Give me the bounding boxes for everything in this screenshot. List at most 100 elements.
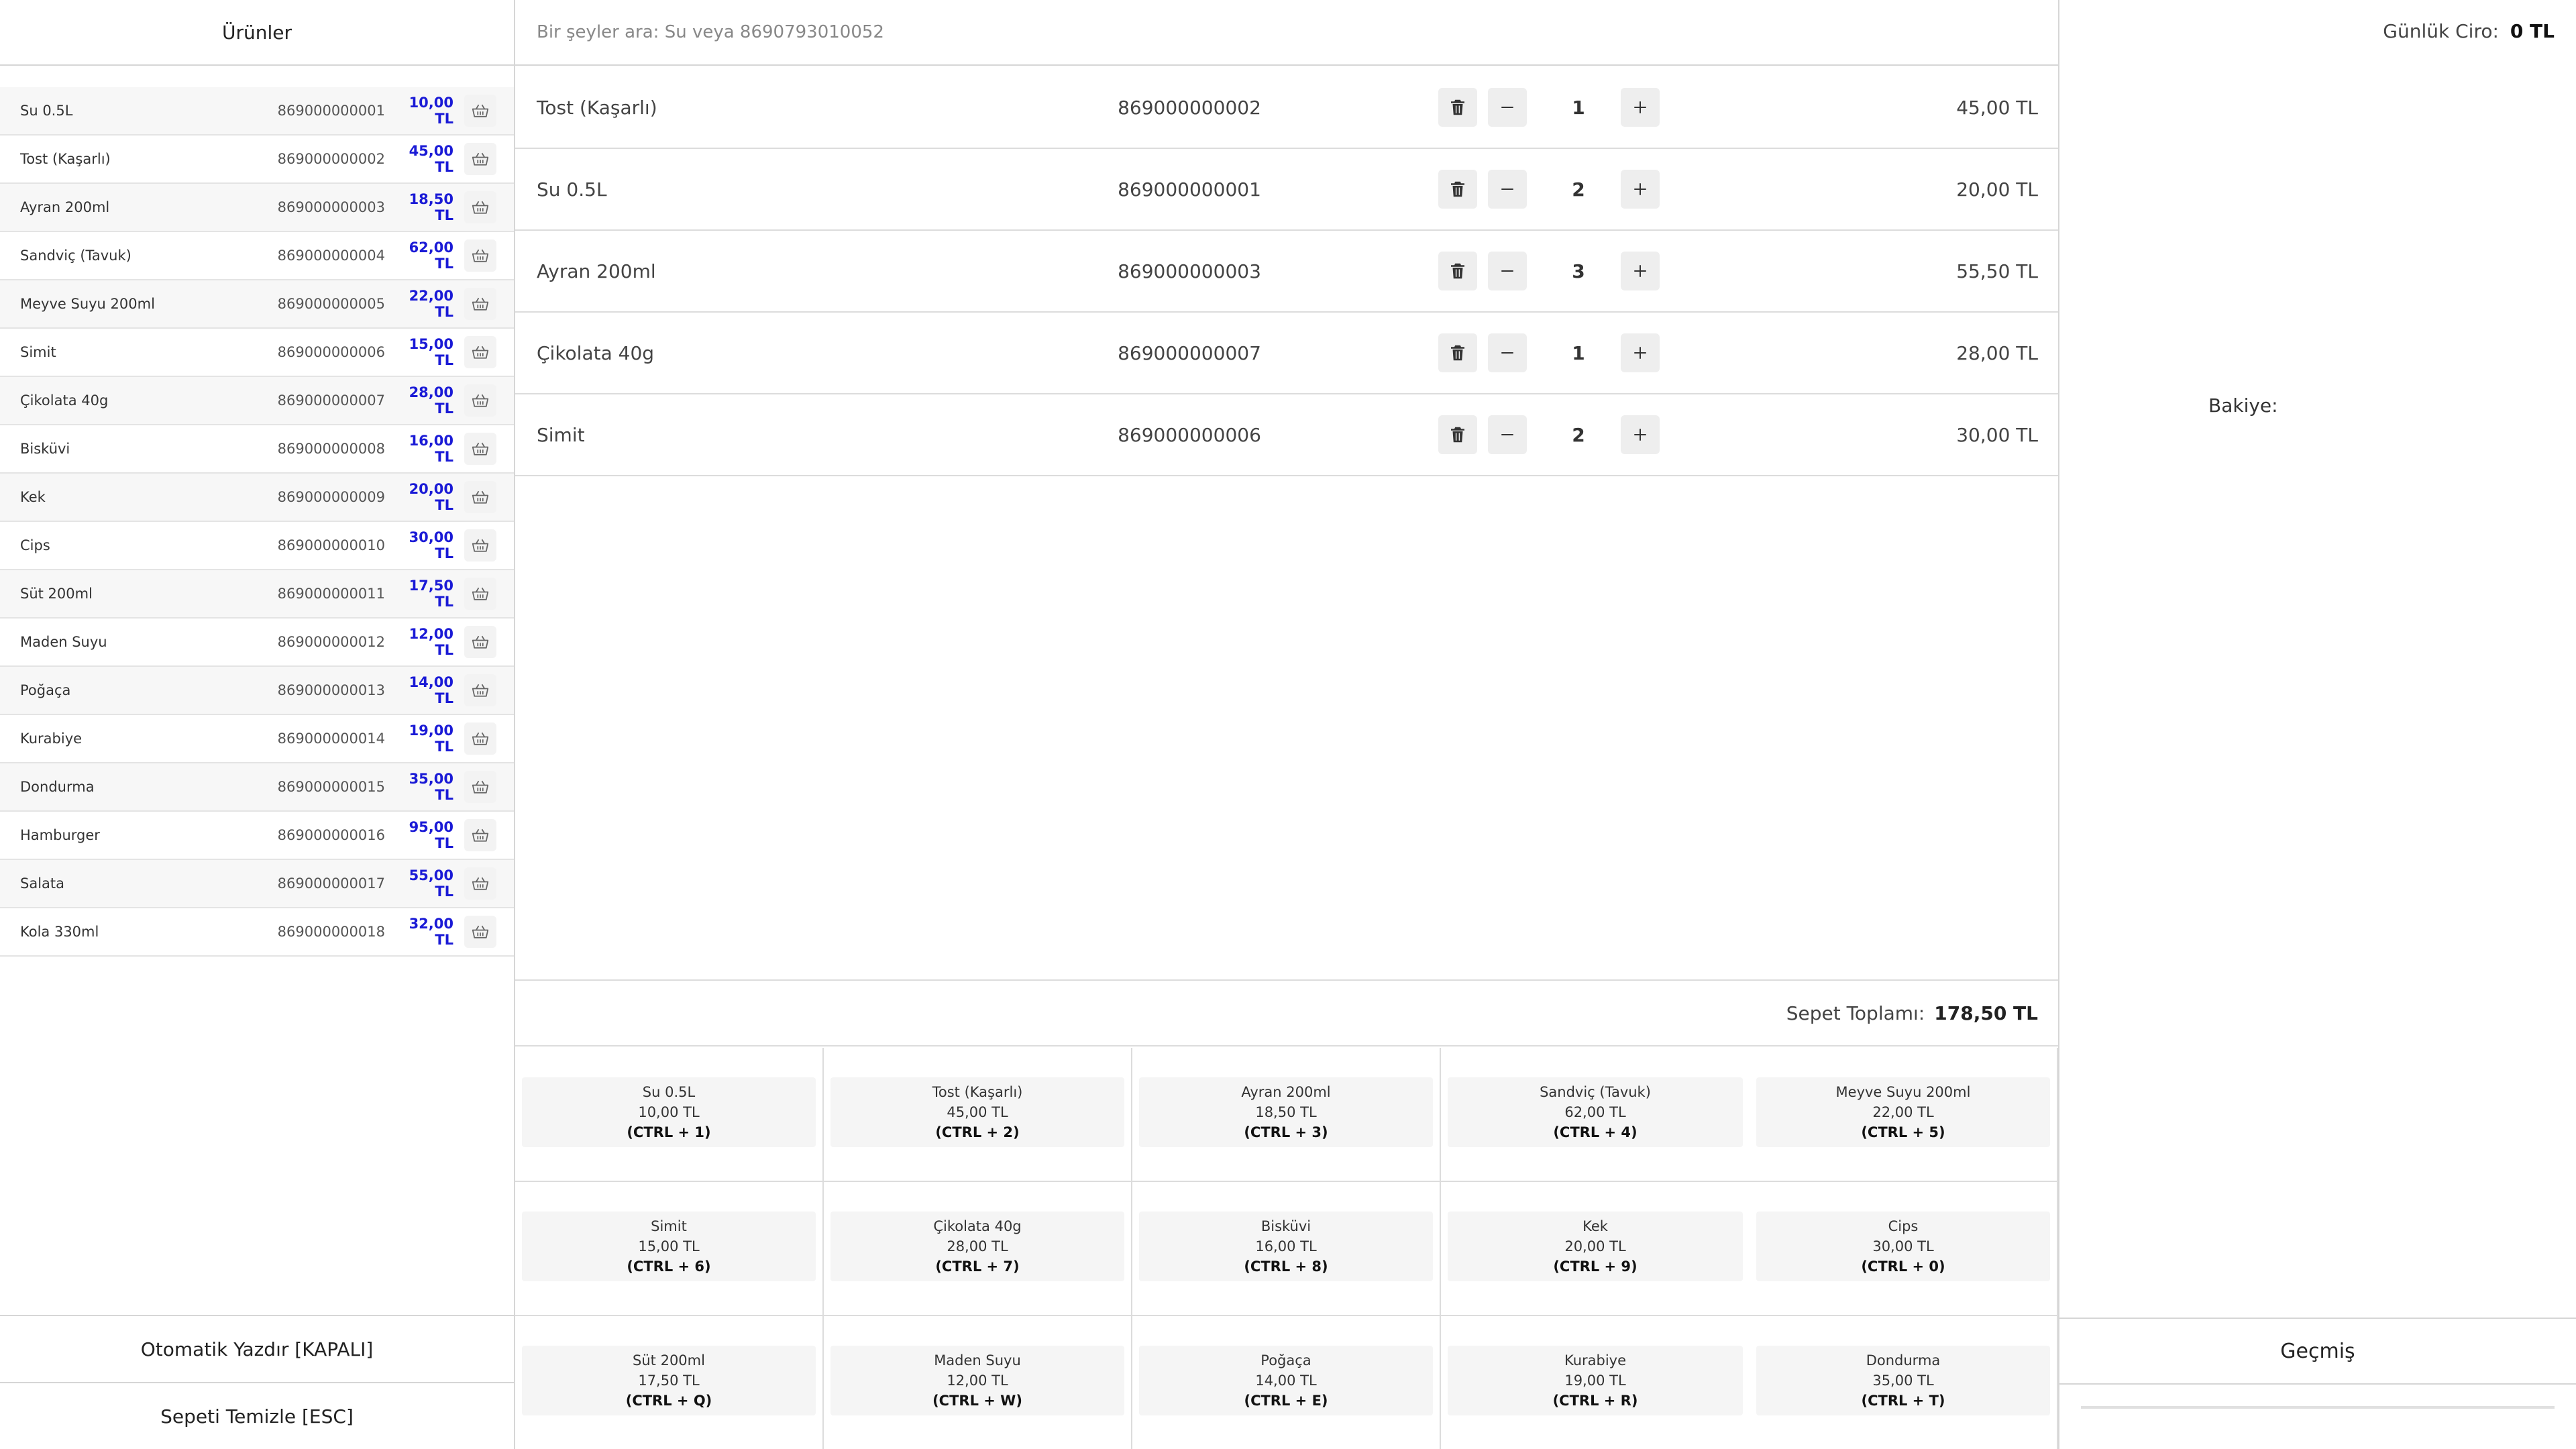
add-to-cart-button[interactable] <box>464 819 496 851</box>
add-to-cart-button[interactable] <box>464 95 496 127</box>
product-row[interactable]: Kola 330ml 869000000018 32,00 TL <box>0 908 514 957</box>
product-barcode: 869000000001 <box>277 103 385 119</box>
quick-add-button[interactable]: Poğaça 14,00 TL (CTRL + E) <box>1139 1346 1433 1415</box>
product-row[interactable]: Ayran 200ml 869000000003 18,50 TL <box>0 184 514 232</box>
quick-add-button[interactable]: Sandviç (Tavuk) 62,00 TL (CTRL + 4) <box>1448 1077 1743 1147</box>
add-to-cart-button[interactable] <box>464 384 496 417</box>
quick-add-price: 19,00 TL <box>1564 1373 1626 1389</box>
quick-add-cell: Çikolata 40g 28,00 TL (CTRL + 7) <box>824 1182 1132 1316</box>
quick-add-button[interactable]: Bisküvi 16,00 TL (CTRL + 8) <box>1139 1212 1433 1281</box>
quick-add-price: 17,50 TL <box>638 1373 700 1389</box>
product-row[interactable]: Sandviç (Tavuk) 869000000004 62,00 TL <box>0 232 514 280</box>
add-to-cart-button[interactable] <box>464 771 496 803</box>
product-row[interactable]: Cips 869000000010 30,00 TL <box>0 522 514 570</box>
quick-add-button[interactable]: Simit 15,00 TL (CTRL + 6) <box>522 1212 816 1281</box>
product-row[interactable]: Tost (Kaşarlı) 869000000002 45,00 TL <box>0 136 514 184</box>
quick-add-price: 20,00 TL <box>1564 1238 1626 1254</box>
quick-add-button[interactable]: Ayran 200ml 18,50 TL (CTRL + 3) <box>1139 1077 1433 1147</box>
cart-item-name: Tost (Kaşarlı) <box>537 96 657 119</box>
quick-add-button[interactable]: Kek 20,00 TL (CTRL + 9) <box>1448 1212 1743 1281</box>
search-input[interactable] <box>537 22 2058 42</box>
increase-qty-button[interactable] <box>1621 88 1660 127</box>
product-row[interactable]: Poğaça 869000000013 14,00 TL <box>0 667 514 715</box>
increase-qty-button[interactable] <box>1621 170 1660 209</box>
quick-add-cell: Meyve Suyu 200ml 22,00 TL (CTRL + 5) <box>1750 1048 2058 1182</box>
product-row[interactable]: Kurabiye 869000000014 19,00 TL <box>0 715 514 763</box>
product-price: 28,00 TL <box>409 384 453 417</box>
add-to-cart-button[interactable] <box>464 674 496 706</box>
add-to-cart-button[interactable] <box>464 529 496 561</box>
product-row[interactable]: Hamburger 869000000016 95,00 TL <box>0 812 514 860</box>
add-to-cart-button[interactable] <box>464 916 496 948</box>
quick-add-shortcut: (CTRL + 0) <box>1861 1258 1945 1275</box>
product-row[interactable]: Kek 869000000009 20,00 TL <box>0 474 514 522</box>
product-name: Kek <box>20 489 46 505</box>
cart-item-total: 28,00 TL <box>1956 341 2038 364</box>
add-to-cart-button[interactable] <box>464 336 496 368</box>
product-row[interactable]: Çikolata 40g 869000000007 28,00 TL <box>0 377 514 425</box>
quick-add-shortcut: (CTRL + 7) <box>935 1258 1020 1275</box>
add-to-cart-button[interactable] <box>464 288 496 320</box>
add-to-cart-button[interactable] <box>464 867 496 900</box>
remove-item-button[interactable] <box>1438 415 1477 454</box>
cart-item-qty: 2 <box>1572 178 1585 201</box>
basket-icon <box>472 732 489 745</box>
product-name: Salata <box>20 875 65 892</box>
history-button[interactable]: Geçmiş <box>2059 1318 2576 1385</box>
increase-qty-button[interactable] <box>1621 252 1660 290</box>
product-row[interactable]: Maden Suyu 869000000012 12,00 TL <box>0 619 514 667</box>
cart-item-barcode: 869000000001 <box>1118 178 1261 201</box>
decrease-qty-button[interactable] <box>1488 415 1527 454</box>
product-name: Çikolata 40g <box>20 392 109 409</box>
quick-add-cell: Süt 200ml 17,50 TL (CTRL + Q) <box>515 1316 824 1449</box>
quick-add-button[interactable]: Tost (Kaşarlı) 45,00 TL (CTRL + 2) <box>830 1077 1124 1147</box>
quick-add-button[interactable]: Dondurma 35,00 TL (CTRL + T) <box>1756 1346 2050 1415</box>
product-price: 16,00 TL <box>409 433 453 465</box>
decrease-qty-button[interactable] <box>1488 252 1527 290</box>
increase-qty-button[interactable] <box>1621 415 1660 454</box>
quick-add-button[interactable]: Su 0.5L 10,00 TL (CTRL + 1) <box>522 1077 816 1147</box>
add-to-cart-button[interactable] <box>464 722 496 755</box>
quick-add-shortcut: (CTRL + 6) <box>627 1258 711 1275</box>
remove-item-button[interactable] <box>1438 88 1477 127</box>
add-to-cart-button[interactable] <box>464 239 496 272</box>
quick-add-button[interactable]: Maden Suyu 12,00 TL (CTRL + W) <box>830 1346 1124 1415</box>
quick-add-button[interactable]: Cips 30,00 TL (CTRL + 0) <box>1756 1212 2050 1281</box>
remove-item-button[interactable] <box>1438 170 1477 209</box>
product-row[interactable]: Meyve Suyu 200ml 869000000005 22,00 TL <box>0 280 514 329</box>
auto-print-toggle-button[interactable]: Otomatik Yazdır [KAPALI] <box>0 1315 514 1382</box>
quick-add-button[interactable]: Kurabiye 19,00 TL (CTRL + R) <box>1448 1346 1743 1415</box>
add-to-cart-button[interactable] <box>464 578 496 610</box>
add-to-cart-button[interactable] <box>464 433 496 465</box>
product-row[interactable]: Su 0.5L 869000000001 10,00 TL <box>0 87 514 136</box>
quick-add-button[interactable]: Çikolata 40g 28,00 TL (CTRL + 7) <box>830 1212 1124 1281</box>
remove-item-button[interactable] <box>1438 333 1477 372</box>
product-row[interactable]: Simit 869000000006 15,00 TL <box>0 329 514 377</box>
quick-add-shortcut: (CTRL + 5) <box>1861 1124 1945 1140</box>
product-row[interactable]: Süt 200ml 869000000011 17,50 TL <box>0 570 514 619</box>
product-row[interactable]: Dondurma 869000000015 35,00 TL <box>0 763 514 812</box>
quick-add-shortcut: (CTRL + Q) <box>625 1393 712 1409</box>
cart-item-total: 30,00 TL <box>1956 423 2038 446</box>
add-to-cart-button[interactable] <box>464 481 496 513</box>
add-to-cart-button[interactable] <box>464 143 496 175</box>
quick-add-shortcut: (CTRL + E) <box>1244 1393 1328 1409</box>
quick-add-grid: Su 0.5L 10,00 TL (CTRL + 1) Tost (Kaşarl… <box>515 1048 2058 1449</box>
cart-total-value: 178,50 TL <box>1934 1002 2038 1024</box>
add-to-cart-button[interactable] <box>464 191 496 223</box>
product-row[interactable]: Bisküvi 869000000008 16,00 TL <box>0 425 514 474</box>
decrease-qty-button[interactable] <box>1488 88 1527 127</box>
decrease-qty-button[interactable] <box>1488 170 1527 209</box>
quick-add-button[interactable]: Süt 200ml 17,50 TL (CTRL + Q) <box>522 1346 816 1415</box>
quick-add-button[interactable]: Meyve Suyu 200ml 22,00 TL (CTRL + 5) <box>1756 1077 2050 1147</box>
decrease-qty-button[interactable] <box>1488 333 1527 372</box>
history-divider <box>2081 1406 2555 1409</box>
increase-qty-button[interactable] <box>1621 333 1660 372</box>
add-to-cart-button[interactable] <box>464 626 496 658</box>
quick-add-price: 16,00 TL <box>1255 1238 1317 1254</box>
quick-add-price: 30,00 TL <box>1872 1238 1934 1254</box>
products-header: Ürünler <box>0 0 514 66</box>
product-row[interactable]: Salata 869000000017 55,00 TL <box>0 860 514 908</box>
clear-cart-button[interactable]: Sepeti Temizle [ESC] <box>0 1382 514 1449</box>
remove-item-button[interactable] <box>1438 252 1477 290</box>
